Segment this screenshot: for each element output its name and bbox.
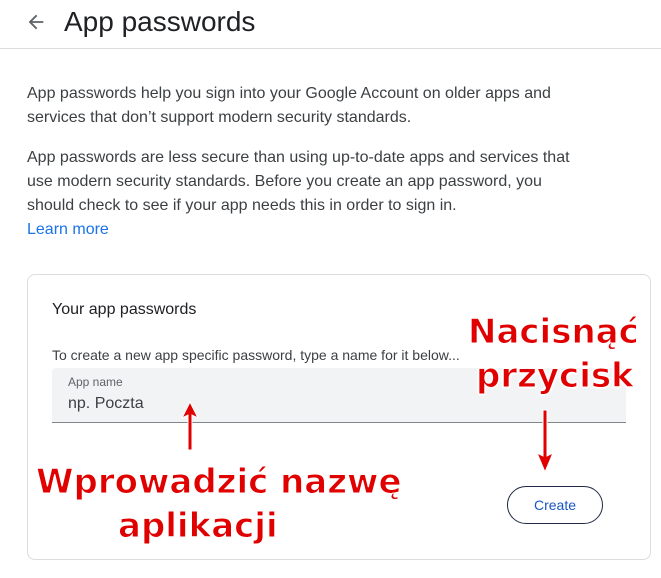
back-button[interactable]	[22, 8, 50, 36]
annotation-field-hint-line1: Wprowadzić nazwę	[36, 462, 402, 503]
app-name-label: App name	[68, 375, 123, 389]
annotation-field-hint-line2: aplikacji	[118, 506, 279, 547]
arrow-left-icon	[28, 14, 44, 30]
page-header: App passwords	[0, 0, 661, 49]
card-title: Your app passwords	[52, 301, 197, 318]
annotation-button-hint-line1: Nacisnąć	[468, 312, 640, 353]
card-description: To create a new app specific password, t…	[52, 347, 460, 363]
create-button[interactable]: Create	[507, 486, 603, 524]
learn-more-link[interactable]: Learn more	[27, 218, 109, 242]
annotation-arrow-down-icon	[536, 409, 554, 474]
intro-paragraph-2: App passwords are less secure than using…	[27, 149, 570, 214]
annotation-button-hint-line2: przycisk	[476, 356, 635, 397]
page-title: App passwords	[64, 6, 256, 37]
annotation-arrow-up-icon	[180, 400, 200, 451]
intro-paragraph-1: App passwords help you sign into your Go…	[27, 85, 551, 126]
